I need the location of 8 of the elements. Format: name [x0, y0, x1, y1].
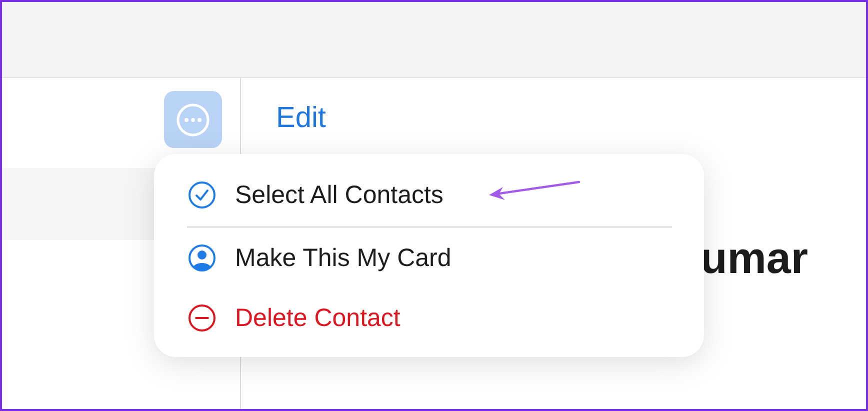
edit-button[interactable]: Edit: [276, 102, 326, 135]
more-button[interactable]: [164, 91, 222, 148]
menu-item[interactable]: Delete Contact: [154, 288, 704, 348]
ellipsis-circle-icon: [175, 102, 211, 138]
person-circle-icon: [187, 243, 217, 273]
minus-circle-icon: [187, 303, 217, 333]
menu-item[interactable]: Select All Contacts: [154, 165, 704, 225]
checkmark-circle-icon: [187, 180, 217, 210]
